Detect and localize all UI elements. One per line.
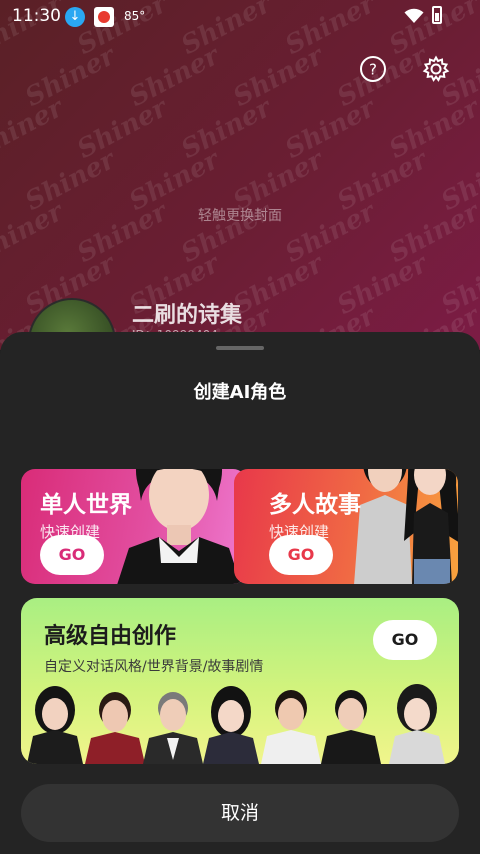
single-world-go-button[interactable]: GO (40, 535, 104, 575)
help-icon[interactable]: ? (359, 55, 387, 83)
battery-icon (432, 6, 442, 24)
advanced-creation-go-button[interactable]: GO (373, 620, 437, 660)
cover-image-area[interactable]: Shiner Shiner Shiner Shiner Shiner Shiner Shin… (0, 0, 480, 350)
multi-story-go-button[interactable]: GO (269, 535, 333, 575)
advanced-creation-subtitle: 自定义对话风格/世界背景/故事剧情 (44, 659, 264, 675)
profile-name: 二刷的诗集 (132, 303, 243, 328)
watermark-text: Shiner (0, 93, 69, 165)
advanced-creation-title: 高级自由创作 (44, 624, 177, 649)
status-time: 11:30 (12, 6, 61, 26)
sheet-drag-handle[interactable] (216, 346, 264, 350)
character-lineup-illustration (27, 684, 445, 764)
multi-story-title: 多人故事 (269, 492, 361, 518)
single-world-title: 单人世界 (40, 492, 132, 518)
gear-icon[interactable] (422, 55, 450, 83)
status-bar: 11:30 ↓ 85° (0, 0, 480, 32)
svg-text:?: ? (369, 61, 377, 79)
multi-story-card[interactable]: 多人故事 快速创建 GO (234, 469, 458, 584)
status-temperature: 85° (124, 9, 146, 23)
download-icon: ↓ (65, 7, 85, 27)
sheet-title: 创建AI角色 (193, 382, 287, 403)
change-cover-hint[interactable]: 轻触更换封面 (0, 205, 480, 225)
app-notification-icon (94, 7, 114, 27)
create-ai-role-sheet: 创建AI角色 单人世界 快速创建 GO 多人故事 快速创建 GO 高级自由创作 … (0, 332, 480, 854)
cancel-button[interactable]: 取消 (21, 784, 459, 842)
single-world-card[interactable]: 单人世界 快速创建 GO (21, 469, 247, 584)
wifi-icon (404, 8, 424, 23)
advanced-creation-card[interactable]: 高级自由创作 自定义对话风格/世界背景/故事剧情 GO (21, 598, 459, 764)
couple-character-illustration (354, 469, 458, 584)
